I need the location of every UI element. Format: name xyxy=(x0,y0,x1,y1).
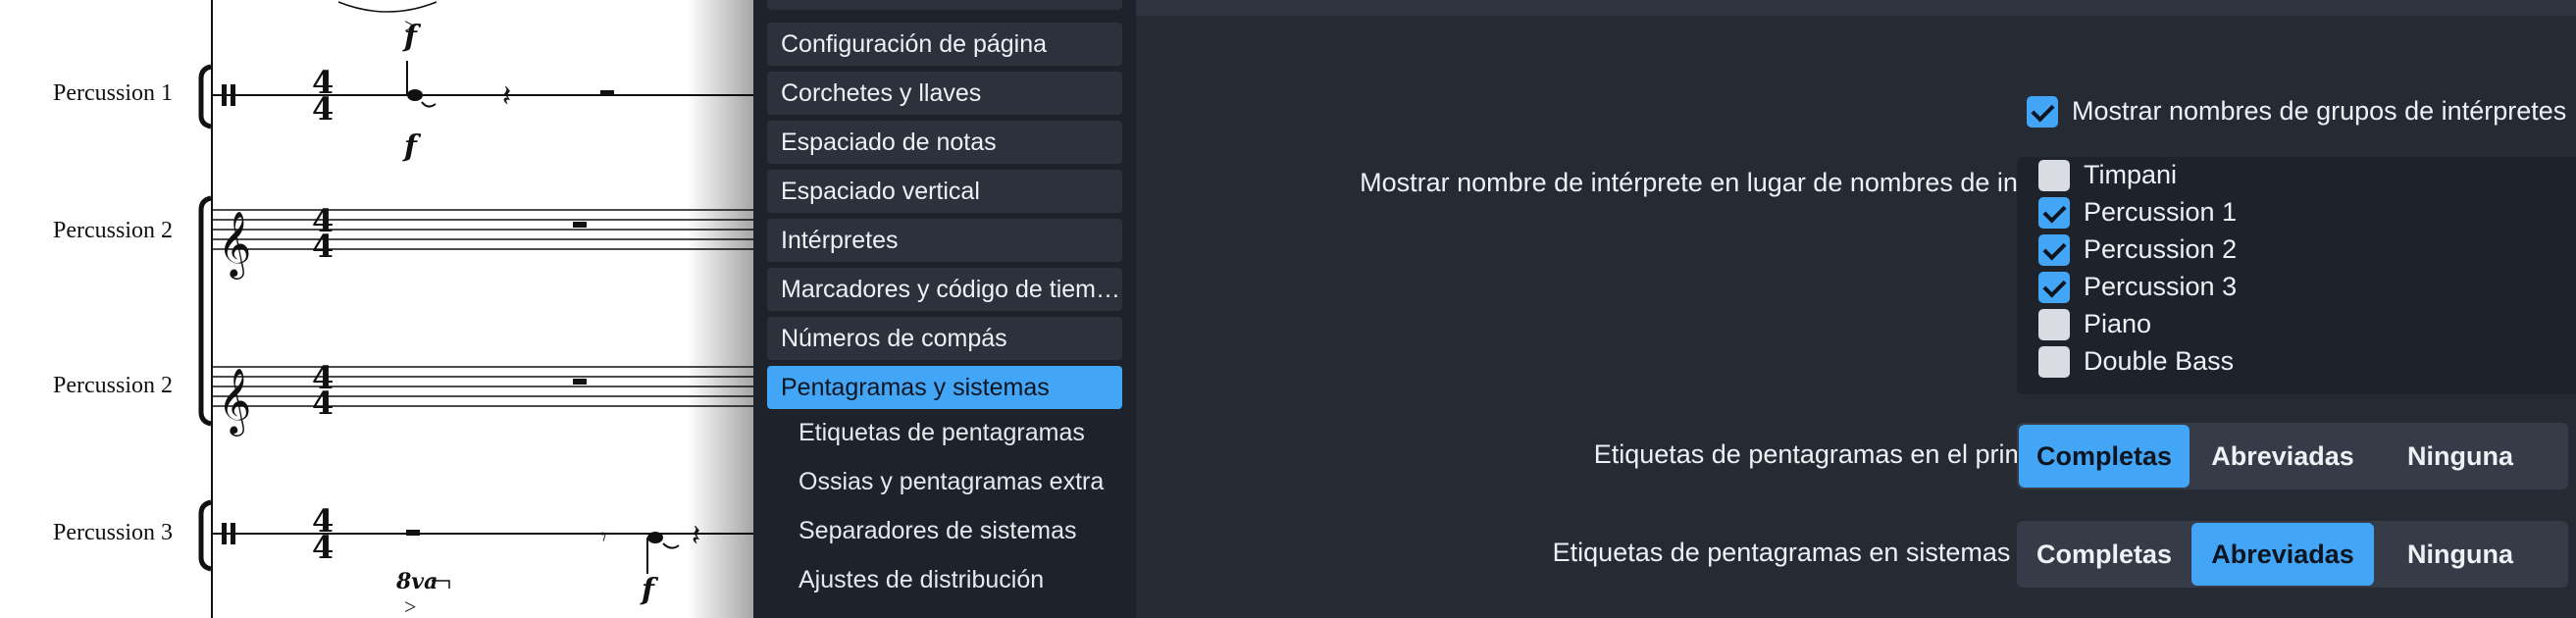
instrument-name: Percussion 2 xyxy=(53,218,173,243)
panel-header-strip xyxy=(1136,0,2576,16)
sidebar-subitem-ossias[interactable]: Ossias y pentagramas extra xyxy=(799,460,1122,503)
instrument-name: Percussion 2 xyxy=(53,373,173,398)
sidebar-item-players[interactable]: Intérpretes xyxy=(767,219,1122,262)
svg-text:4: 4 xyxy=(312,228,334,265)
player-name: Percussion 3 xyxy=(2084,272,2238,301)
sidebar-item-page-setup[interactable]: Configuración de página xyxy=(767,23,1122,66)
svg-text:𝄾: 𝄾 xyxy=(600,522,607,551)
svg-text:𝄞: 𝄞 xyxy=(218,369,251,437)
first-system-option-full[interactable]: Completas xyxy=(2019,425,2190,488)
svg-text:>: > xyxy=(404,594,416,618)
player-checkbox-percussion-1[interactable] xyxy=(2038,197,2070,229)
player-name: Percussion 2 xyxy=(2084,234,2238,264)
svg-text:4: 4 xyxy=(312,90,334,128)
dynamic-marking: f xyxy=(642,573,654,607)
player-checkbox-piano[interactable] xyxy=(2038,309,2070,340)
player-name: Percussion 1 xyxy=(2084,197,2238,227)
sidebar-item-vertical-spacing[interactable]: Espaciado vertical xyxy=(767,170,1122,213)
instrument-name: Percussion 3 xyxy=(53,520,173,545)
instrument-name: Percussion 1 xyxy=(53,80,173,106)
options-sidebar: Configuración de página Corchetes y llav… xyxy=(753,0,1136,618)
svg-text:4: 4 xyxy=(312,529,334,566)
sidebar-item-bar-numbers[interactable]: Números de compás xyxy=(767,317,1122,360)
sidebar-item-brackets[interactable]: Corchetes y llaves xyxy=(767,72,1122,115)
dynamic-marking: f xyxy=(404,20,417,54)
sidebar-item-markers-timecode[interactable]: Marcadores y código de tiempo xyxy=(767,268,1122,311)
sidebar-item-partial[interactable] xyxy=(767,0,1122,10)
show-group-names-label: Mostrar nombres de grupos de intérpretes xyxy=(2072,96,2567,126)
later-systems-option-full[interactable]: Completas xyxy=(2019,523,2190,586)
score-view[interactable]: > 44 𝄽 𝄞 44 𝄞 44 4 4 𝄾 > f f f 8va Percu… xyxy=(0,0,753,618)
player-checkbox-percussion-3[interactable] xyxy=(2038,272,2070,303)
player-name: Timpani xyxy=(2084,160,2178,189)
player-name: Double Bass xyxy=(2084,346,2235,376)
ottava-marking: 8va xyxy=(396,569,438,594)
svg-text:4: 4 xyxy=(312,385,334,422)
sidebar-subitem-staff-labels[interactable]: Etiquetas de pentagramas xyxy=(799,411,1122,454)
svg-text:𝄞: 𝄞 xyxy=(218,212,251,280)
player-name: Piano xyxy=(2084,309,2152,338)
show-group-names-checkbox[interactable] xyxy=(2027,96,2058,128)
settings-panel: Mostrar nombres de grupos de intérpretes… xyxy=(1136,0,2576,618)
sidebar-subitem-system-dividers[interactable]: Separadores de sistemas xyxy=(799,509,1122,552)
svg-text:𝄽: 𝄽 xyxy=(502,80,511,113)
later-systems-option-none[interactable]: Ninguna xyxy=(2392,523,2529,586)
first-system-option-none[interactable]: Ninguna xyxy=(2392,425,2529,488)
sidebar-subitem-layout-settings[interactable]: Ajustes de distribución xyxy=(799,558,1122,601)
sidebar-item-note-spacing[interactable]: Espaciado de notas xyxy=(767,121,1122,164)
first-system-option-abbreviated[interactable]: Abreviadas xyxy=(2191,425,2374,488)
player-checkbox-double-bass[interactable] xyxy=(2038,346,2070,378)
player-list: Timpani Percussion 1 Percussion 2 Percus… xyxy=(2017,157,2576,394)
sidebar-item-staves-systems[interactable]: Pentagramas y sistemas xyxy=(767,366,1122,409)
later-systems-option-abbreviated[interactable]: Abreviadas xyxy=(2191,523,2374,586)
player-checkbox-timpani[interactable] xyxy=(2038,160,2070,191)
player-checkbox-percussion-2[interactable] xyxy=(2038,234,2070,266)
dynamic-marking: f xyxy=(404,129,417,164)
